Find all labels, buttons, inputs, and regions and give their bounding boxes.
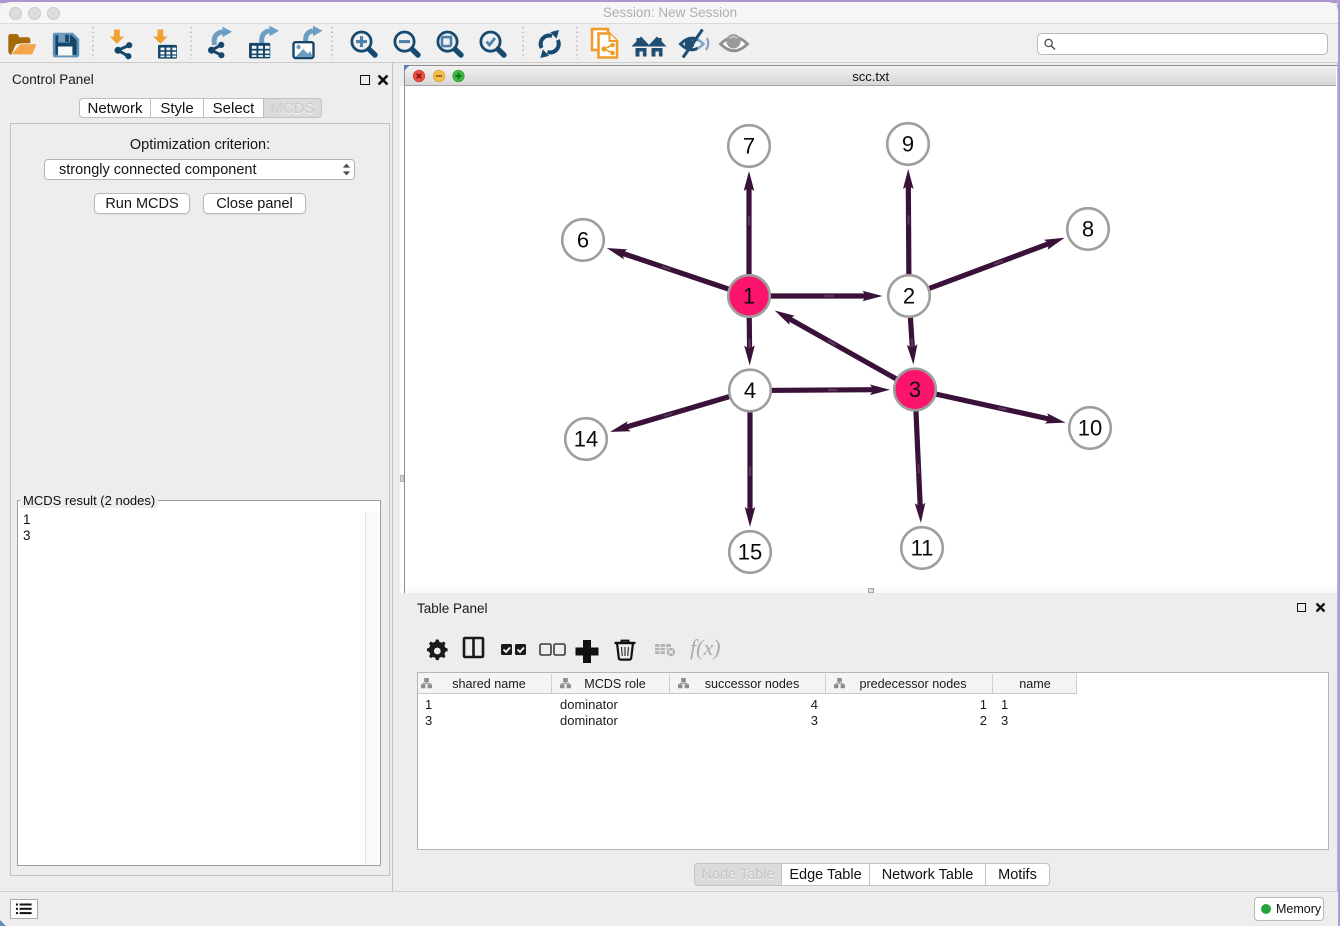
svg-text:10: 10 (1078, 415, 1102, 440)
svg-text:successor nodes: successor nodes (705, 677, 800, 691)
svg-text:predecessor nodes: predecessor nodes (859, 677, 966, 691)
svg-text:3: 3 (909, 377, 921, 402)
svg-text:14: 14 (574, 426, 598, 451)
svg-text:3: 3 (425, 713, 432, 728)
svg-text:dominator: dominator (560, 713, 618, 728)
svg-text:shared name: shared name (452, 677, 526, 691)
svg-text:3: 3 (811, 713, 818, 728)
svg-text:1: 1 (743, 283, 755, 308)
svg-text:2: 2 (980, 713, 987, 728)
svg-text:1: 1 (1001, 697, 1008, 712)
svg-text:11: 11 (911, 535, 934, 560)
svg-text:6: 6 (577, 227, 589, 252)
svg-text:15: 15 (738, 539, 762, 564)
svg-text:4: 4 (811, 697, 818, 712)
svg-text:MCDS role: MCDS role (584, 677, 646, 691)
svg-text:9: 9 (902, 131, 914, 156)
svg-text:f(x): f(x) (690, 635, 721, 660)
svg-text:1: 1 (425, 697, 432, 712)
svg-text:1: 1 (980, 697, 987, 712)
svg-text:4: 4 (744, 378, 756, 403)
svg-text:dominator: dominator (560, 697, 618, 712)
svg-text:2: 2 (903, 283, 915, 308)
svg-text:8: 8 (1082, 216, 1094, 241)
svg-text:7: 7 (743, 133, 755, 158)
svg-text:name: name (1019, 677, 1051, 691)
svg-text:3: 3 (1001, 713, 1008, 728)
